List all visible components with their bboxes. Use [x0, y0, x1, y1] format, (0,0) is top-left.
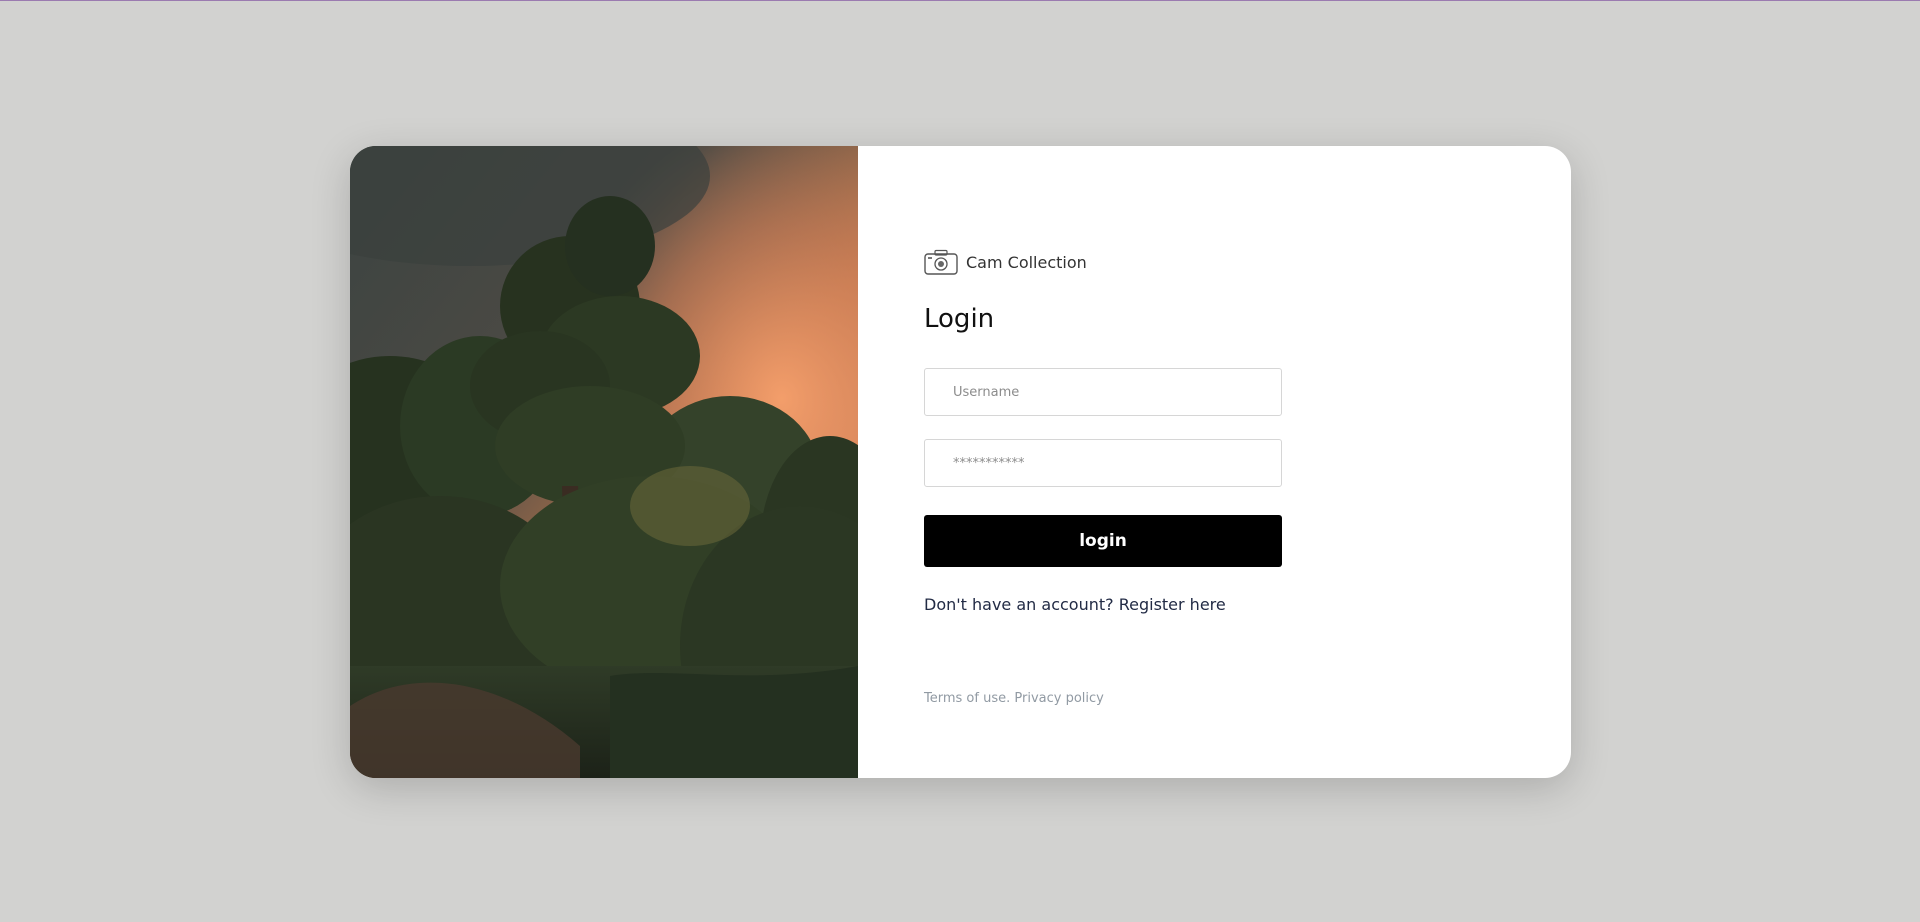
- forest-sunset-photo: [350, 146, 858, 778]
- register-prompt: Don't have an account? Register here: [924, 595, 1226, 614]
- register-link[interactable]: Register here: [1119, 595, 1226, 614]
- password-input[interactable]: [924, 439, 1282, 487]
- login-form-pane: Cam Collection Login login Don't have an…: [858, 146, 1571, 778]
- login-button[interactable]: login: [924, 515, 1282, 567]
- page-title: Login: [924, 304, 995, 334]
- camera-icon: [924, 249, 958, 275]
- brand-name: Cam Collection: [966, 252, 1087, 272]
- register-prompt-text: Don't have an account?: [924, 595, 1114, 614]
- top-accent-line: [0, 0, 1920, 1]
- privacy-link[interactable]: Privacy policy: [1014, 691, 1103, 706]
- login-card: Cam Collection Login login Don't have an…: [350, 146, 1571, 778]
- terms-link[interactable]: Terms of use.: [924, 691, 1010, 706]
- brand: Cam Collection: [924, 246, 1087, 278]
- footer-links: Terms of use. Privacy policy: [924, 691, 1104, 706]
- username-input[interactable]: [924, 368, 1282, 416]
